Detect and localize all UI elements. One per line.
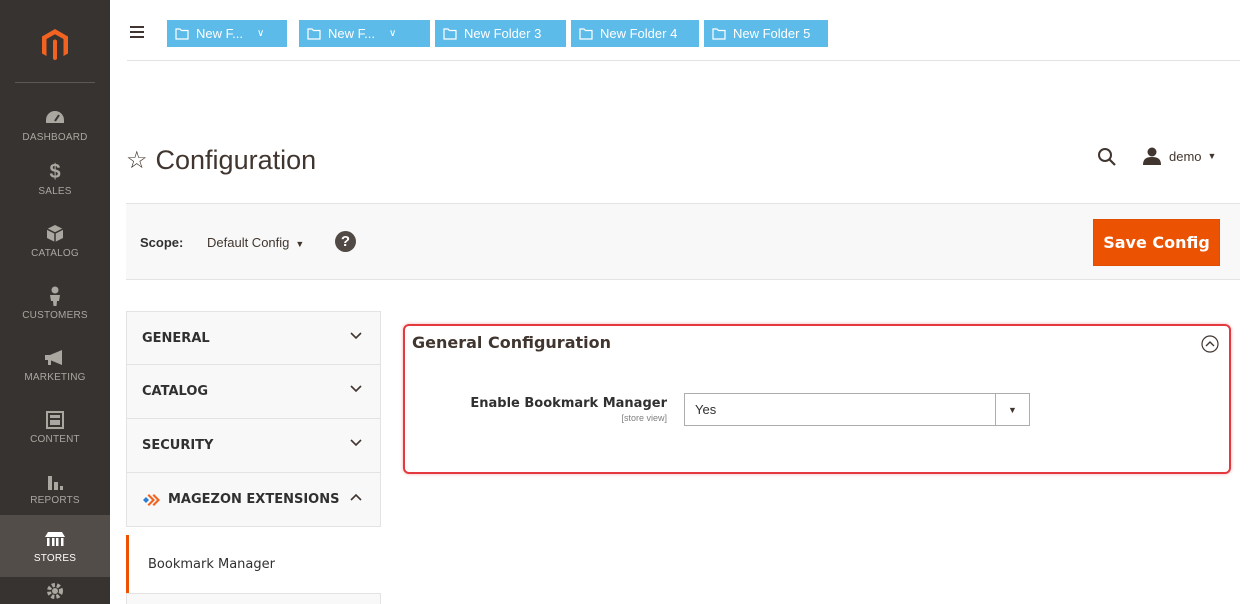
tab-label: SECURITY <box>142 438 214 453</box>
dollar-icon: $ <box>49 160 61 183</box>
tabs-footer <box>126 593 381 604</box>
logo-divider <box>15 82 95 83</box>
caret-down-icon: ▼ <box>295 239 305 249</box>
nav-label: SALES <box>38 186 72 197</box>
tab-catalog[interactable]: CATALOG <box>126 365 381 419</box>
nav-marketing[interactable]: MARKETING <box>0 334 110 396</box>
chevron-up-icon <box>350 493 362 501</box>
tab-label: CATALOG <box>142 384 209 399</box>
nav-content[interactable]: CONTENT <box>0 396 110 458</box>
folder-label: New F... <box>328 26 375 41</box>
subtab-label: Bookmark Manager <box>148 556 275 572</box>
folder-icon <box>579 27 593 40</box>
save-config-button[interactable]: Save Config <box>1093 219 1220 266</box>
select-value: Yes <box>695 402 717 417</box>
bookmark-folder-4[interactable]: New Folder 4 <box>571 20 699 47</box>
gear-icon <box>46 580 64 601</box>
user-menu[interactable]: demo ▼ <box>1143 147 1216 165</box>
folder-label: New F... <box>196 26 243 41</box>
nav-stores[interactable]: STORES <box>0 515 110 577</box>
section-title[interactable]: General Configuration <box>412 333 611 352</box>
nav-label: REPORTS <box>30 495 80 506</box>
bookmark-folder-3[interactable]: New Folder 3 <box>435 20 566 47</box>
tab-general[interactable]: GENERAL <box>126 311 381 365</box>
page-title: ☆ Configuration <box>126 145 316 176</box>
megaphone-icon <box>44 347 66 369</box>
field-scope-note: [store view] <box>621 413 667 423</box>
nav-dashboard[interactable]: DASHBOARD <box>0 94 110 156</box>
bookmark-bar-divider <box>127 60 1240 61</box>
folder-label: New Folder 4 <box>600 26 678 41</box>
scope-bar: Scope: Default Config ▼ ? Save Config <box>126 203 1240 280</box>
nav-label: MARKETING <box>24 372 86 383</box>
folder-label: New Folder 5 <box>733 26 811 41</box>
folder-icon <box>175 27 189 40</box>
layout-icon <box>46 409 64 431</box>
nav-label: CONTENT <box>30 434 80 445</box>
nav-label: CATALOG <box>31 248 79 259</box>
tab-magezon-extensions[interactable]: MAGEZON EXTENSIONS <box>126 473 381 527</box>
magento-logo[interactable] <box>0 0 110 90</box>
folder-icon <box>443 27 457 40</box>
nav-label: STORES <box>33 553 77 564</box>
nav-sales[interactable]: $ SALES <box>0 148 110 210</box>
nav-label: DASHBOARD <box>22 132 88 143</box>
subtab-bookmark-manager[interactable]: Bookmark Manager <box>126 535 381 593</box>
scope-value: Default Config <box>207 235 290 250</box>
folder-icon <box>307 27 321 40</box>
nav-system[interactable] <box>0 580 110 604</box>
scope-label: Scope: <box>140 235 184 250</box>
enable-bookmark-manager-label: Enable Bookmark Manager <box>470 396 667 411</box>
nav-label: CUSTOMERS <box>22 310 88 321</box>
chevron-down-icon[interactable]: ∨ <box>257 28 264 39</box>
general-configuration-section: General Configuration Enable Bookmark Ma… <box>403 324 1231 474</box>
chevron-down-icon <box>350 439 362 447</box>
search-icon[interactable] <box>1097 147 1117 172</box>
user-icon <box>1143 147 1161 165</box>
menu-icon[interactable] <box>130 26 144 38</box>
nav-reports[interactable]: REPORTS <box>0 457 110 519</box>
nav-catalog[interactable]: CATALOG <box>0 210 110 272</box>
user-name: demo <box>1169 148 1202 164</box>
bookmark-folder-1[interactable]: New F... ∨ <box>167 20 287 47</box>
enable-bookmark-manager-select[interactable]: Yes ▼ <box>684 393 1030 426</box>
tab-label: GENERAL <box>142 330 210 346</box>
caret-down-icon[interactable]: ▼ <box>995 394 1029 425</box>
chevron-down-icon <box>350 385 362 393</box>
admin-sidebar: DASHBOARD $ SALES CATALOG CUSTOMERS MARK… <box>0 0 110 604</box>
dashboard-icon <box>45 107 65 129</box>
chevron-down-icon[interactable]: ∨ <box>389 28 396 39</box>
store-icon <box>44 528 66 550</box>
bookmark-folder-2[interactable]: New F... ∨ <box>299 20 430 47</box>
scope-switcher[interactable]: Default Config ▼ <box>207 235 304 250</box>
tab-security[interactable]: SECURITY <box>126 419 381 473</box>
magezon-logo-icon <box>142 493 162 507</box>
caret-down-icon: ▼ <box>1207 151 1217 161</box>
bar-chart-icon <box>46 470 64 492</box>
help-icon[interactable]: ? <box>335 231 356 252</box>
magento-logo-icon <box>42 29 68 61</box>
folder-label: New Folder 3 <box>464 26 542 41</box>
bookmark-folder-5[interactable]: New Folder 5 <box>704 20 828 47</box>
collapse-toggle-icon[interactable] <box>1201 335 1219 353</box>
bookmark-bar: New F... ∨ New F... ∨ New Folder 3 New F… <box>110 0 1255 61</box>
folder-icon <box>712 27 726 40</box>
nav-customers[interactable]: CUSTOMERS <box>0 272 110 334</box>
box-icon <box>47 223 63 245</box>
chevron-down-icon <box>350 332 362 340</box>
star-icon[interactable]: ☆ <box>126 146 148 175</box>
page-title-text: Configuration <box>155 145 317 175</box>
config-tabs: GENERAL CATALOG SECURITY MAGEZON EXTENSI… <box>126 311 381 604</box>
person-icon <box>48 285 62 307</box>
tab-label: MAGEZON EXTENSIONS <box>168 492 340 507</box>
